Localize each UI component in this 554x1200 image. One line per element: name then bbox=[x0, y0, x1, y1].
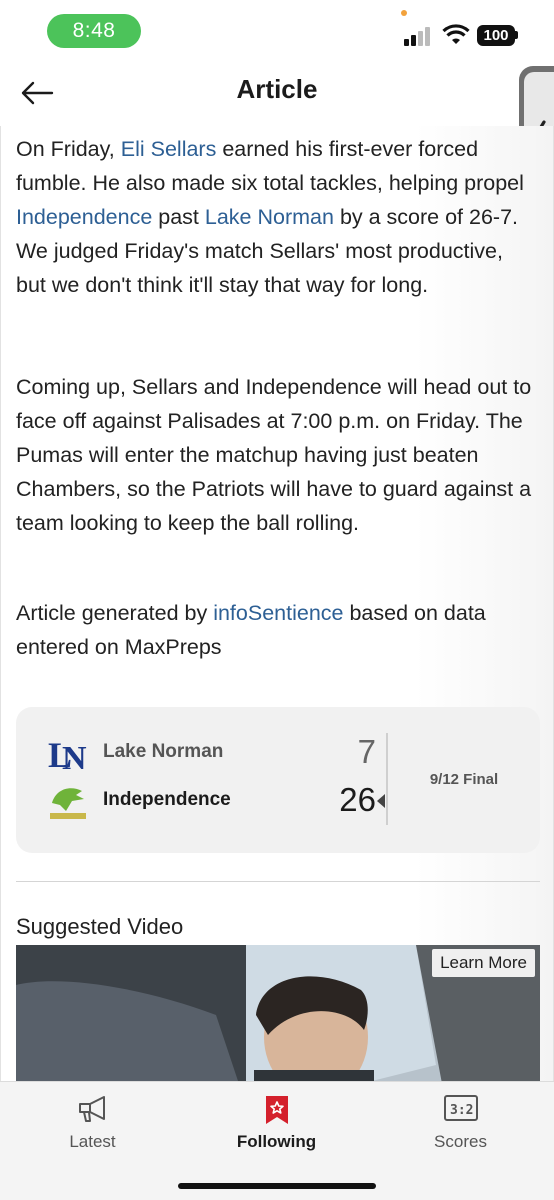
battery-indicator: 100 bbox=[477, 25, 515, 46]
tab-scores[interactable]: 3:2 Scores bbox=[368, 1082, 553, 1172]
app-header: Article bbox=[0, 60, 554, 126]
suggested-video-heading: Suggested Video bbox=[16, 914, 184, 939]
battery-tip bbox=[515, 31, 518, 39]
scoreboard-icon: 3:2 bbox=[443, 1095, 478, 1121]
svg-text:3:2: 3:2 bbox=[450, 1103, 473, 1118]
lake-norman-logo: L N bbox=[48, 735, 87, 773]
team-row-independence: Independence 26 bbox=[46, 779, 376, 823]
team-row-lake-norman: L N Lake Norman 7 bbox=[46, 731, 376, 775]
text: past bbox=[152, 205, 205, 229]
section-divider bbox=[16, 881, 540, 882]
winner-indicator-icon bbox=[377, 794, 385, 808]
text: On Friday, bbox=[16, 137, 121, 161]
status-time: 8:48 bbox=[47, 14, 141, 48]
svg-text:N: N bbox=[62, 740, 87, 773]
link-independence[interactable]: Independence bbox=[16, 205, 152, 229]
bookmark-star-icon bbox=[265, 1096, 288, 1124]
suggested-video-player[interactable]: Learn More bbox=[16, 945, 540, 1081]
team-score: 7 bbox=[357, 733, 376, 770]
tab-following[interactable]: Following bbox=[184, 1082, 369, 1172]
tab-label: Following bbox=[236, 1132, 317, 1151]
tab-label: Latest bbox=[69, 1132, 116, 1151]
learn-more-button[interactable]: Learn More bbox=[432, 949, 535, 977]
wifi-icon bbox=[442, 24, 470, 44]
tab-latest[interactable]: Latest bbox=[0, 1082, 185, 1172]
status-bar: 8:48 100 bbox=[0, 0, 554, 60]
game-score-card[interactable]: L N Lake Norman 7 Independence 26 9/12 F… bbox=[16, 707, 540, 853]
link-eli-sellars[interactable]: Eli Sellars bbox=[121, 137, 217, 161]
article-paragraph-2: Coming up, Sellars and Independence will… bbox=[16, 375, 532, 535]
home-indicator[interactable] bbox=[178, 1183, 376, 1189]
page-title: Article bbox=[236, 74, 318, 104]
game-status: 9/12 Final bbox=[429, 771, 499, 788]
team-name: Lake Norman bbox=[103, 741, 224, 762]
privacy-indicator-dot bbox=[401, 10, 407, 16]
megaphone-icon bbox=[78, 1096, 105, 1122]
article-attribution: Article generated by infoSentience based… bbox=[16, 596, 536, 664]
team-name: Independence bbox=[103, 789, 231, 810]
article-content[interactable]: On Friday, Eli Sellars earned his first-… bbox=[0, 126, 554, 1081]
text: Article generated by bbox=[16, 601, 214, 625]
independence-logo bbox=[50, 788, 86, 819]
cellular-signal-icon bbox=[404, 26, 434, 46]
team-score: 26 bbox=[339, 781, 376, 818]
article-paragraph-1: On Friday, Eli Sellars earned his first-… bbox=[16, 132, 536, 302]
tab-label: Scores bbox=[434, 1132, 487, 1151]
link-infosentience[interactable]: infoSentience bbox=[213, 601, 343, 625]
link-lake-norman[interactable]: Lake Norman bbox=[205, 205, 334, 229]
